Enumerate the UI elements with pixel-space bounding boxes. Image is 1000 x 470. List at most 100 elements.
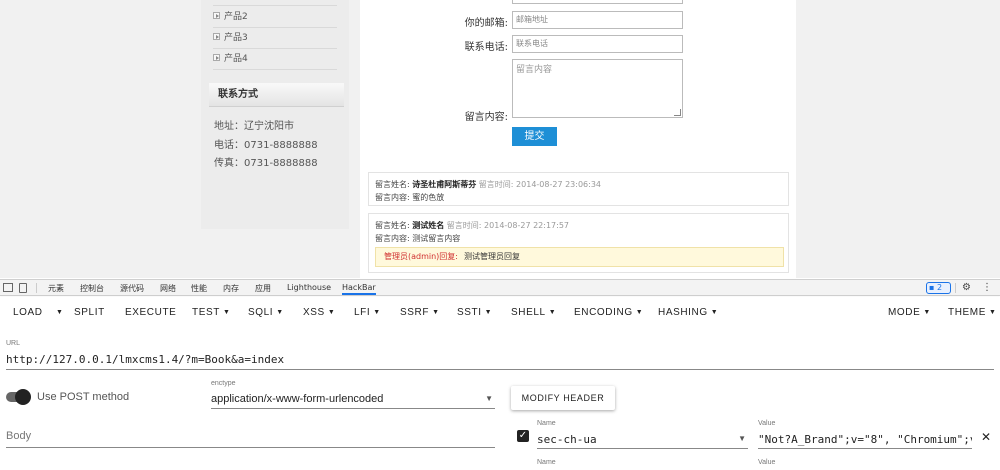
name-input[interactable] [512,0,683,4]
tab-hackbar[interactable]: HackBar [342,283,376,295]
ssrf-menu[interactable]: SSRF ▼ [400,307,440,318]
product-item-2[interactable]: 产品2 [213,7,337,28]
phone-input[interactable]: 联系电话 [512,35,683,53]
contact-phone: 电话：0731-8888888 [214,140,318,151]
header-name-label: Name [537,420,556,427]
header-value-input[interactable]: "Not?A_Brand";v="8", "Chromium";v="108" [758,433,972,449]
body-input[interactable]: Body [6,430,495,448]
more-vertical-icon[interactable]: ⋮ [982,282,992,293]
header-enabled-checkbox[interactable]: ✓ [517,430,529,442]
message-header: 留言姓名: 测试姓名 留言时间: 2014-08-27 22:17:57 [375,221,570,230]
caret-down-icon: ▼ [373,309,381,316]
caret-down-icon: ▼ [327,309,336,316]
hackbar-body: URL http://127.0.0.1/lmxcms1.4/?m=Book&a… [0,327,1000,470]
tab-sources[interactable]: 源代码 [120,283,144,294]
url-input[interactable]: http://127.0.0.1/lmxcms1.4/?m=Book&a=ind… [6,353,994,370]
caret-down-icon: ▼ [276,309,284,316]
sidebar: 产品2 产品3 产品4 联系方式 地址：辽宁沈阳市 电话：0731-888888… [201,0,349,229]
email-label: 你的邮箱: [464,18,508,29]
caret-down-icon: ▼ [710,309,719,316]
modify-header-button[interactable]: MODIFY HEADER [511,386,615,410]
messages-badge[interactable]: ▪ 2 [926,282,951,294]
header-value-label-2: Value [758,459,776,466]
tab-lighthouse[interactable]: Lighthouse [287,283,331,292]
caret-down-icon: ▼ [548,309,557,316]
admin-reply-text: 测试管理员回复 [464,252,521,261]
close-icon[interactable]: ✕ [981,430,991,444]
product-label: 产品2 [224,12,248,22]
caret-down-icon: ▼ [432,309,440,316]
url-label: URL [6,340,21,347]
product-label: 产品4 [224,54,248,64]
sqli-menu[interactable]: SQLI ▼ [248,307,284,318]
load-dropdown-button[interactable]: ▼ [53,307,64,318]
divider [36,283,37,293]
message-label: 留言内容: [464,112,508,123]
phone-label: 联系电话: [464,42,508,53]
product-item-partial[interactable] [213,0,337,6]
toggle-knob [15,389,31,405]
hackbar-toolbar: LOAD ▼ SPLIT EXECUTE TEST ▼ SQLI ▼ XSS ▼ LF… [0,297,1000,327]
lfi-menu[interactable]: LFI ▼ [354,307,381,318]
message-icon: ▪ [929,283,935,292]
tab-application[interactable]: 应用 [255,283,271,294]
tab-elements[interactable]: 元素 [48,283,64,294]
gear-icon[interactable]: ⚙ [962,282,971,293]
arrow-bullet-icon [213,12,220,19]
enctype-select[interactable]: application/x-www-form-urlencoded ▼ [211,393,495,409]
test-menu[interactable]: TEST ▼ [192,307,231,318]
tab-performance[interactable]: 性能 [191,283,207,294]
devtools-tab-strip: 元素 控制台 源代码 网络 性能 内存 应用 Lighthouse HackBa… [0,279,1000,296]
caret-down-icon: ▼ [56,309,64,316]
arrow-bullet-icon [213,54,220,61]
message-entry: 留言姓名: 测试姓名 留言时间: 2014-08-27 22:17:57 留言内… [368,213,789,273]
caret-down-icon: ▼ [989,309,997,316]
mode-menu[interactable]: MODE ▼ [888,307,931,318]
split-button[interactable]: SPLIT [74,307,105,318]
message-author: 诗圣杜甫阿斯蒂芬 [412,180,477,189]
message-content: 留言内容: 测试留言内容 [375,234,461,243]
shell-menu[interactable]: SHELL ▼ [511,307,556,318]
theme-menu[interactable]: THEME ▼ [948,307,997,318]
message-header: 留言姓名: 诗圣杜甫阿斯蒂芬 留言时间: 2014-08-27 23:06:34 [375,180,602,189]
caret-down-icon: ▼ [484,309,493,316]
product-label: 产品3 [224,33,248,43]
header-name-input[interactable]: sec-ch-ua ▼ [537,433,748,449]
post-method-label: Use POST method [37,391,130,403]
ssti-menu[interactable]: SSTI ▼ [457,307,492,318]
message-textarea[interactable]: 留言内容 [512,59,683,118]
tab-network[interactable]: 网络 [160,283,176,294]
device-toggle-icon[interactable] [19,283,27,293]
caret-down-icon: ▼ [923,309,931,316]
caret-down-icon: ▼ [635,309,644,316]
web-page: 产品2 产品3 产品4 联系方式 地址：辽宁沈阳市 电话：0731-888888… [0,0,1000,278]
execute-button[interactable]: EXECUTE [125,307,176,318]
hashing-menu[interactable]: HASHING ▼ [658,307,718,318]
message-time: 2014-08-27 23:06:34 [516,180,602,189]
message-time: 2014-08-27 22:17:57 [484,221,570,230]
contact-fax: 传真：0731-8888888 [214,158,318,169]
message-content: 留言内容: 蜜的色放 [375,193,445,202]
submit-button[interactable]: 提交 [512,127,557,146]
load-button[interactable]: LOAD [13,307,43,318]
tab-memory[interactable]: 内存 [223,283,239,294]
admin-reply-author: 管理员(admin)回复: [384,252,459,261]
contact-heading: 联系方式 [209,83,344,107]
inspect-element-icon[interactable] [3,283,13,292]
xss-menu[interactable]: XSS ▼ [303,307,335,318]
email-input[interactable]: 邮箱地址 [512,11,683,29]
contact-address: 地址：辽宁沈阳市 [214,121,294,132]
tab-console[interactable]: 控制台 [80,283,104,294]
dropdown-arrow-icon: ▼ [485,394,493,403]
product-item-3[interactable]: 产品3 [213,28,337,49]
enctype-label: enctype [211,380,236,387]
header-value-label: Value [758,420,776,427]
encoding-menu[interactable]: ENCODING ▼ [574,307,643,318]
caret-down-icon: ▼ [222,309,231,316]
guestbook-main: 你的邮箱: 邮箱地址 联系电话: 联系电话 留言内容: 留言内容 提交 留言姓名… [360,0,796,278]
arrow-bullet-icon [213,33,220,40]
divider [955,283,956,293]
message-author: 测试姓名 [412,221,445,230]
post-method-toggle[interactable] [6,389,31,405]
product-item-4[interactable]: 产品4 [213,49,337,70]
